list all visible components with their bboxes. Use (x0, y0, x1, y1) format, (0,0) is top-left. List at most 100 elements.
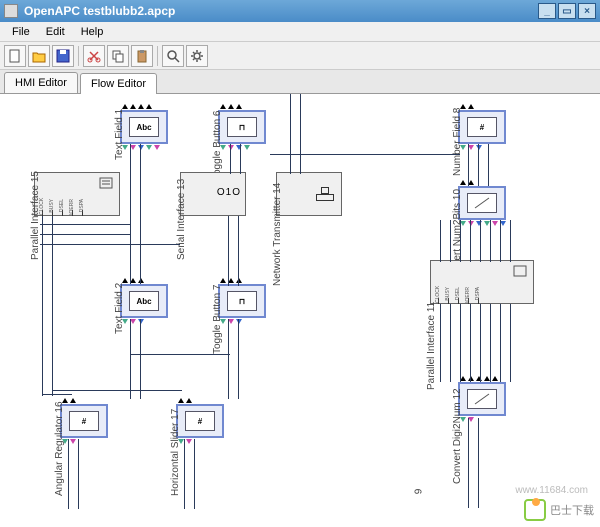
wire (78, 439, 79, 509)
wire (440, 304, 441, 382)
wire (478, 144, 479, 186)
wire (300, 94, 301, 174)
hash-icon: # (185, 411, 215, 431)
node-angular-regulator-16[interactable]: # (60, 404, 108, 438)
label-angular-regulator-16: Angular Regulator 16 (54, 401, 65, 496)
wire (130, 144, 131, 284)
label-network-transmitter-14: Network Transmitter 14 (272, 183, 283, 286)
node-number-field-8[interactable]: # (458, 110, 506, 144)
wire (40, 244, 180, 245)
close-button[interactable]: × (578, 3, 596, 19)
serial-glyph-icon: O1O (217, 187, 241, 198)
minimize-button[interactable]: _ (538, 3, 556, 19)
toolbar (0, 42, 600, 70)
wire (290, 94, 291, 174)
node-horizontal-slider-17[interactable]: # (176, 404, 224, 438)
save-icon[interactable] (52, 45, 74, 67)
wire (42, 394, 72, 395)
wire (470, 304, 471, 382)
toolbar-separator (78, 46, 79, 66)
label-parallel-interface-15: Parallel Interface 15 (30, 171, 41, 260)
menu-edit[interactable]: Edit (38, 24, 73, 40)
wire (480, 304, 481, 382)
wire (468, 418, 469, 508)
label-horizontal-slider-17: Horizontal Slider 17 (170, 409, 181, 496)
node-parallel-interface-15[interactable]: CLOCK BUSY DSEL IOERR DSPA (34, 172, 120, 216)
node-serial-interface-13[interactable]: O1O (180, 172, 246, 216)
wire (468, 144, 469, 186)
wire (478, 418, 479, 508)
wire (450, 220, 451, 262)
node-convert-num2bits-10[interactable] (458, 186, 506, 220)
open-icon[interactable] (28, 45, 50, 67)
label-number-field-8: Number Field 8 (452, 108, 463, 176)
node-parallel-interface-11[interactable]: CLOCK BUSY DSEL IOERR DSPA (430, 260, 534, 304)
wire (490, 304, 491, 382)
wire (460, 220, 461, 262)
menu-help[interactable]: Help (73, 24, 112, 40)
label-text-field-1: Text Field 1 (114, 109, 125, 160)
wire (500, 220, 501, 262)
wire (240, 144, 241, 174)
text-glyph-icon: Abc (129, 117, 159, 137)
wire (238, 319, 239, 399)
network-icon (315, 187, 335, 201)
wire (130, 319, 131, 399)
convert-icon (467, 193, 497, 213)
tab-hmi-editor[interactable]: HMI Editor (4, 72, 78, 93)
watermark: www.11684.com 巴士下载 (524, 499, 594, 521)
menubar: File Edit Help (0, 22, 600, 42)
wire (460, 304, 461, 382)
pulse-icon: ⊓ (227, 117, 257, 137)
app-icon (4, 4, 18, 18)
wire (130, 354, 230, 355)
toolbar-separator (157, 46, 158, 66)
hash-icon: # (69, 411, 99, 431)
label-toggle-button-6: Toggle Button 6 (212, 111, 223, 181)
wire (238, 216, 239, 286)
window-titlebar: OpenAPC testblubb2.apcp _ ▭ × (0, 0, 600, 22)
node-network-transmitter-14[interactable] (276, 172, 342, 216)
node-toggle-button-7[interactable]: ⊓ (218, 284, 266, 318)
wire (470, 220, 471, 262)
wire (480, 220, 481, 262)
convert-icon (467, 389, 497, 409)
flow-canvas[interactable]: CLOCK BUSY DSEL IOERR DSPA Parallel Inte… (0, 94, 600, 527)
search-icon[interactable] (162, 45, 184, 67)
wire (40, 234, 130, 235)
wire (52, 216, 53, 396)
wire (270, 154, 460, 155)
node-text-field-2[interactable]: Abc (120, 284, 168, 318)
wire (140, 144, 141, 284)
gear-icon[interactable] (186, 45, 208, 67)
wire (228, 319, 229, 399)
label-row-9: 9 (413, 489, 424, 495)
wire (184, 439, 185, 509)
maximize-button[interactable]: ▭ (558, 3, 576, 19)
new-icon[interactable] (4, 45, 26, 67)
watermark-logo-icon (524, 499, 546, 521)
wire (488, 144, 489, 186)
wire (52, 390, 182, 391)
watermark-url: www.11684.com (515, 485, 588, 496)
wire (194, 439, 195, 509)
node-text-field-1[interactable]: Abc (120, 110, 168, 144)
wire (500, 304, 501, 382)
text-glyph-icon: Abc (129, 291, 159, 311)
cut-icon[interactable] (83, 45, 105, 67)
label-serial-interface-13: Serial Interface 13 (176, 179, 187, 260)
wire (228, 216, 229, 286)
tabstrip: HMI Editor Flow Editor (0, 70, 600, 94)
node-convert-digi2num-12[interactable] (458, 382, 506, 416)
label-toggle-button-7: Toggle Button 7 (212, 285, 223, 355)
hash-icon: # (467, 117, 497, 137)
copy-icon[interactable] (107, 45, 129, 67)
window-title: OpenAPC testblubb2.apcp (24, 4, 175, 18)
tab-flow-editor[interactable]: Flow Editor (80, 73, 157, 94)
pulse-icon: ⊓ (227, 291, 257, 311)
wire (40, 224, 130, 225)
wire (140, 319, 141, 399)
menu-file[interactable]: File (4, 24, 38, 40)
paste-icon[interactable] (131, 45, 153, 67)
node-toggle-button-6[interactable]: ⊓ (218, 110, 266, 144)
